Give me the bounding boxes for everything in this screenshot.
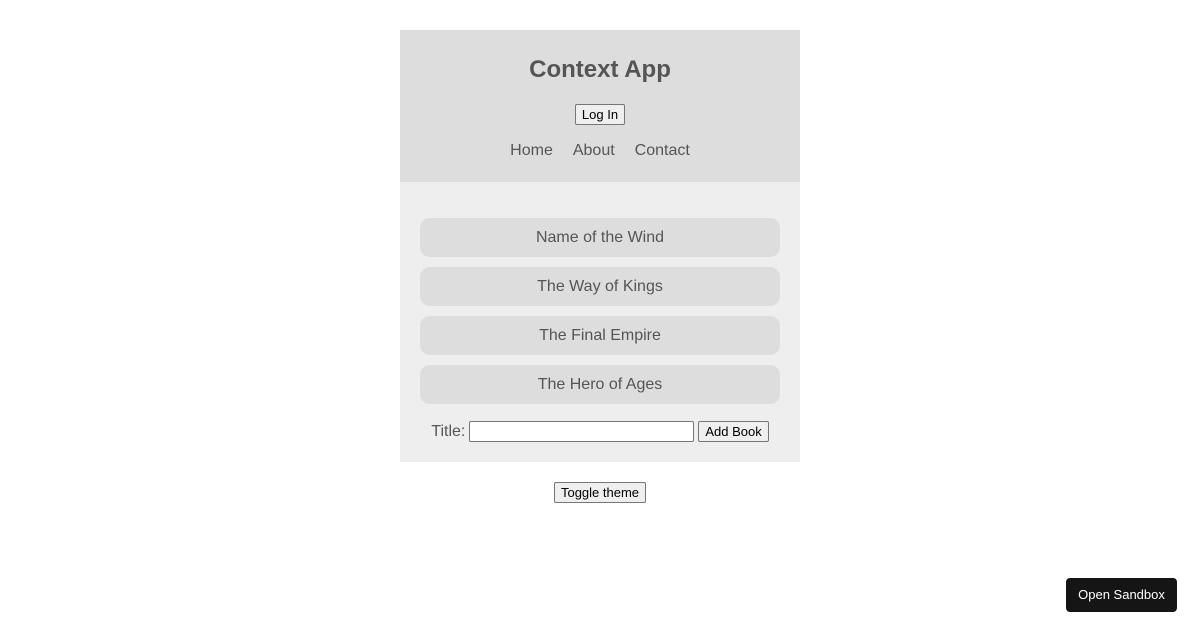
login-row: Log In (400, 104, 800, 126)
book-item[interactable]: The Way of Kings (420, 267, 780, 306)
login-button[interactable]: Log In (574, 104, 626, 125)
nav-links: Home About Contact (400, 141, 800, 161)
book-section: Name of the Wind The Way of Kings The Fi… (400, 182, 800, 462)
nav-link-contact[interactable]: Contact (635, 141, 690, 161)
book-item[interactable]: The Final Empire (420, 316, 780, 355)
add-book-button[interactable]: Add Book (698, 421, 769, 442)
toggle-theme-button[interactable]: Toggle theme (553, 482, 647, 503)
book-list: Name of the Wind The Way of Kings The Fi… (420, 218, 780, 404)
title-input[interactable] (469, 421, 695, 442)
navbar: Context App Log In Home About Contact (400, 30, 800, 182)
book-item[interactable]: Name of the Wind (420, 218, 780, 257)
nav-link-about[interactable]: About (573, 141, 615, 161)
app-container: Context App Log In Home About Contact Na… (400, 30, 800, 503)
title-label: Title: (431, 422, 466, 440)
book-item[interactable]: The Hero of Ages (420, 365, 780, 404)
open-sandbox-button[interactable]: Open Sandbox (1066, 578, 1177, 612)
toggle-row: Toggle theme (400, 482, 800, 503)
nav-link-home[interactable]: Home (510, 141, 553, 161)
app-title: Context App (529, 56, 671, 83)
add-book-form: Title: Add Book (420, 421, 780, 442)
